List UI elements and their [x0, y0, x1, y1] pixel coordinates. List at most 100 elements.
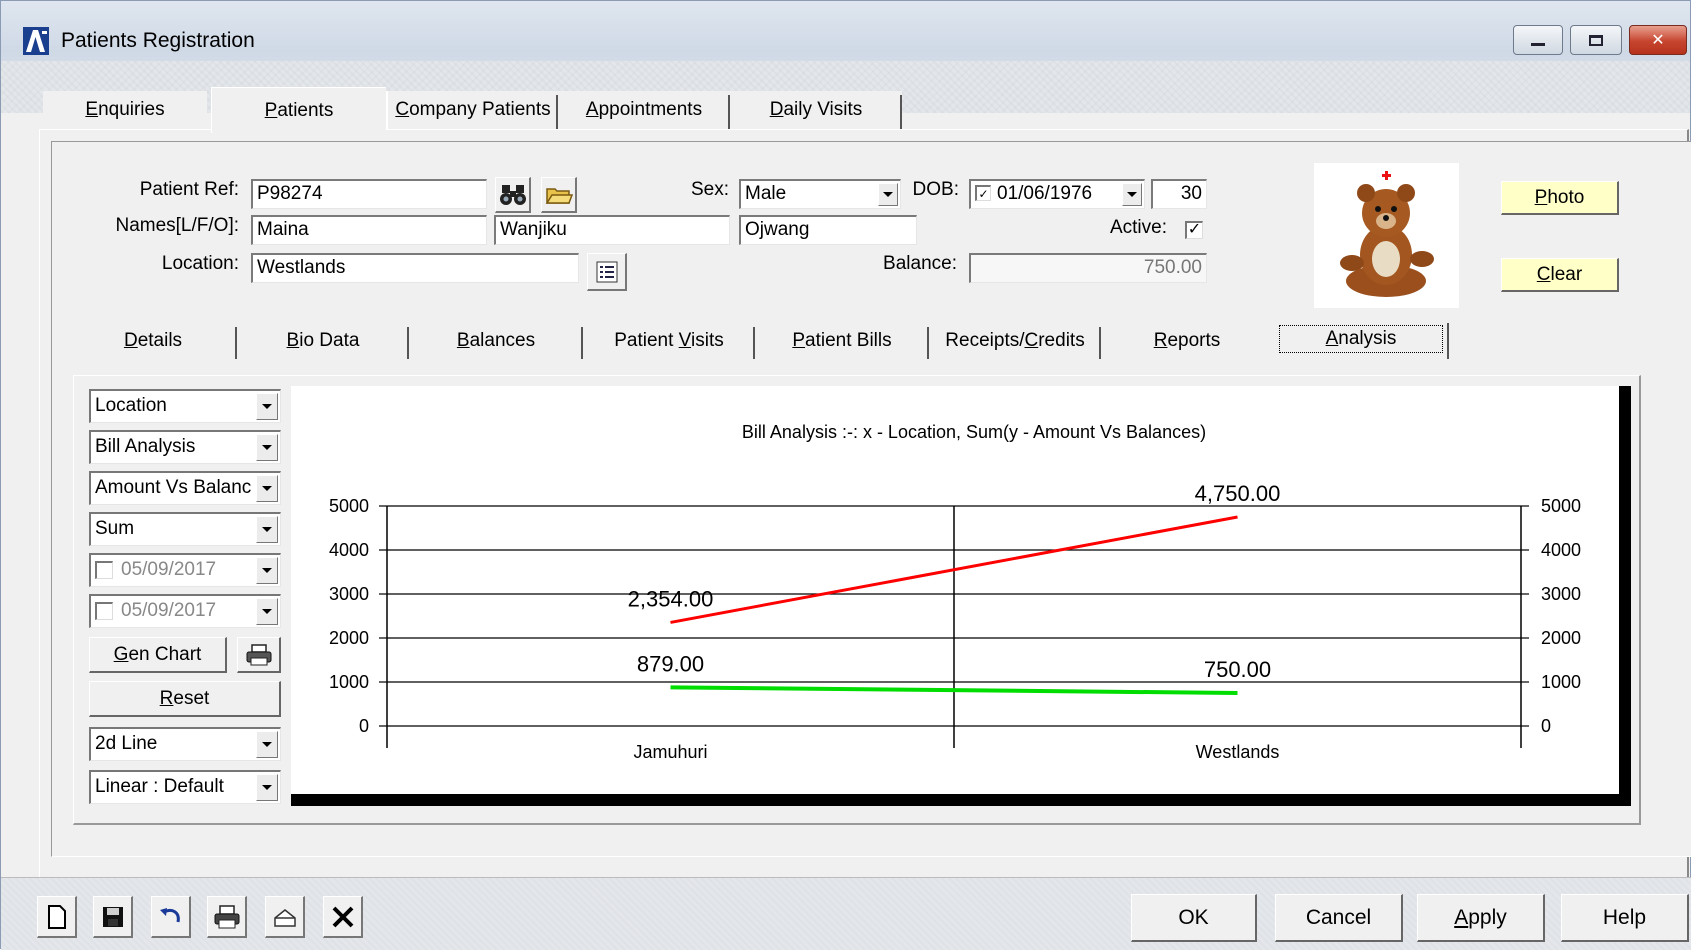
dob-checkbox[interactable]: ✓ [975, 185, 991, 201]
y2-tick-label: 5000 [1541, 496, 1581, 516]
open-folder-icon [545, 187, 573, 204]
dropdown-arrow-icon[interactable] [878, 183, 898, 206]
minimize-button[interactable] [1513, 25, 1563, 55]
date-from-checkbox[interactable] [95, 561, 113, 579]
subtab-patient-bills[interactable]: Patient Bills [755, 323, 929, 359]
y2-tick-label: 3000 [1541, 584, 1581, 604]
aggregate-select[interactable]: Sum [89, 512, 281, 546]
subtab-label: Patient Bills [792, 330, 892, 351]
reset-button[interactable]: Reset [89, 681, 281, 717]
group-by-select[interactable]: Location [89, 389, 281, 423]
dropdown-arrow-icon[interactable] [256, 475, 278, 502]
print-chart-button[interactable] [237, 637, 281, 673]
subtab-bio-data[interactable]: Bio Data [237, 323, 409, 359]
y-tick-label: 4000 [329, 540, 369, 560]
dob-date-picker[interactable]: 01/06/1976 ✓ [969, 179, 1145, 209]
help-button[interactable]: Help [1561, 894, 1689, 942]
calendar-dropdown-icon[interactable] [1122, 183, 1142, 206]
active-checkbox[interactable]: ✓ [1185, 221, 1203, 239]
photo-button[interactable]: Photo [1501, 181, 1619, 215]
ok-button[interactable]: OK [1131, 894, 1257, 942]
dropdown-arrow-icon[interactable] [256, 434, 278, 461]
measure-select[interactable]: Amount Vs Balanc [89, 471, 281, 505]
other-name-input[interactable]: Ojwang [739, 215, 917, 245]
tab-patients[interactable]: Patients [211, 87, 386, 133]
location-lookup-button[interactable] [587, 253, 627, 291]
clear-form-button[interactable] [265, 896, 305, 938]
subtab-receipts-credits[interactable]: Receipts/Credits [929, 323, 1101, 359]
close-icon: ✕ [1651, 32, 1665, 49]
chart-style-value: 2d Line [95, 733, 158, 754]
patients-registration-window: Patients Registration ✕ Enquiries Patien… [0, 0, 1691, 950]
first-name-input[interactable]: Wanjiku [494, 215, 730, 245]
open-patient-button[interactable] [541, 177, 577, 213]
cancel-button[interactable]: Cancel [1275, 894, 1403, 942]
reset-label: Reset [159, 687, 210, 709]
patient-ref-input[interactable]: P98274 [251, 179, 487, 209]
teddy-bear-photo [1340, 171, 1434, 297]
subtab-details[interactable]: Details [69, 323, 237, 359]
tab-company-patients[interactable]: Company Patients [386, 91, 558, 129]
tab-enquiries[interactable]: Enquiries [43, 91, 207, 129]
delete-x-icon [332, 906, 353, 927]
find-patient-button[interactable] [495, 177, 531, 213]
location-label: Location: [161, 253, 239, 274]
y-tick-label: 1000 [329, 672, 369, 692]
aggregate-value: Sum [95, 518, 135, 539]
dropdown-arrow-icon[interactable] [256, 774, 278, 801]
tab-label: Daily Visits [769, 99, 863, 120]
age-field[interactable]: 30 [1151, 179, 1207, 209]
tab-label: Patients [264, 99, 334, 121]
calendar-dropdown-icon[interactable] [256, 557, 278, 584]
clear-button[interactable]: Clear [1501, 258, 1619, 292]
undo-button[interactable] [151, 896, 191, 938]
location-input[interactable]: Westlands [251, 253, 579, 283]
new-document-icon [47, 904, 66, 929]
subtab-reports[interactable]: Reports [1101, 323, 1273, 359]
tab-label: Enquiries [85, 99, 165, 120]
subtab-label: Receipts/Credits [945, 330, 1085, 351]
dropdown-arrow-icon[interactable] [256, 731, 278, 758]
bill-analysis-chart: Bill Analysis :-: x - Location, Sum(y - … [329, 422, 1581, 762]
subtab-patient-visits[interactable]: Patient Visits [583, 323, 755, 359]
data-label: 879.00 [637, 651, 704, 676]
dropdown-arrow-icon[interactable] [256, 516, 278, 543]
delete-button[interactable] [323, 896, 363, 938]
scale-select[interactable]: Linear : Default [89, 770, 281, 804]
last-name-input[interactable]: Maina [251, 215, 487, 245]
apply-label: Apply [1454, 905, 1507, 929]
app-logo-icon [23, 27, 49, 55]
maximize-icon [1589, 34, 1603, 46]
date-from-value: 05/09/2017 [121, 559, 217, 580]
window-title: Patients Registration [61, 29, 255, 52]
sex-value: Male [745, 183, 787, 204]
printer-icon [246, 643, 271, 665]
subtab-label: Bio Data [286, 330, 360, 351]
tab-appointments[interactable]: Appointments [558, 91, 730, 129]
date-to-checkbox[interactable] [95, 602, 113, 620]
date-from-picker[interactable]: 05/09/2017 [89, 553, 281, 587]
dropdown-arrow-icon[interactable] [256, 393, 278, 420]
apply-button[interactable]: Apply [1417, 894, 1545, 942]
minimize-icon [1531, 42, 1545, 46]
list-lookup-icon [596, 261, 617, 282]
sex-select[interactable]: Male [739, 179, 901, 209]
calendar-dropdown-icon[interactable] [256, 598, 278, 625]
gen-chart-button[interactable]: Gen Chart [89, 637, 227, 673]
analysis-type-select[interactable]: Bill Analysis [89, 430, 281, 464]
data-label: 750.00 [1204, 657, 1271, 682]
save-button[interactable] [93, 896, 133, 938]
x-tick-label: Westlands [1196, 742, 1280, 762]
maximize-button[interactable] [1570, 25, 1622, 55]
subtab-balances[interactable]: Balances [409, 323, 583, 359]
photo-button-label: Photo [1534, 186, 1585, 208]
subtab-analysis[interactable]: Analysis [1273, 319, 1449, 359]
data-label: 4,750.00 [1195, 481, 1281, 506]
print-button[interactable] [207, 896, 247, 938]
close-button[interactable]: ✕ [1629, 25, 1687, 55]
chart-style-select[interactable]: 2d Line [89, 727, 281, 761]
patient-ref-label: Patient Ref: [139, 179, 239, 200]
tab-daily-visits[interactable]: Daily Visits [730, 91, 902, 129]
new-record-button[interactable] [37, 896, 77, 938]
date-to-picker[interactable]: 05/09/2017 [89, 594, 281, 628]
